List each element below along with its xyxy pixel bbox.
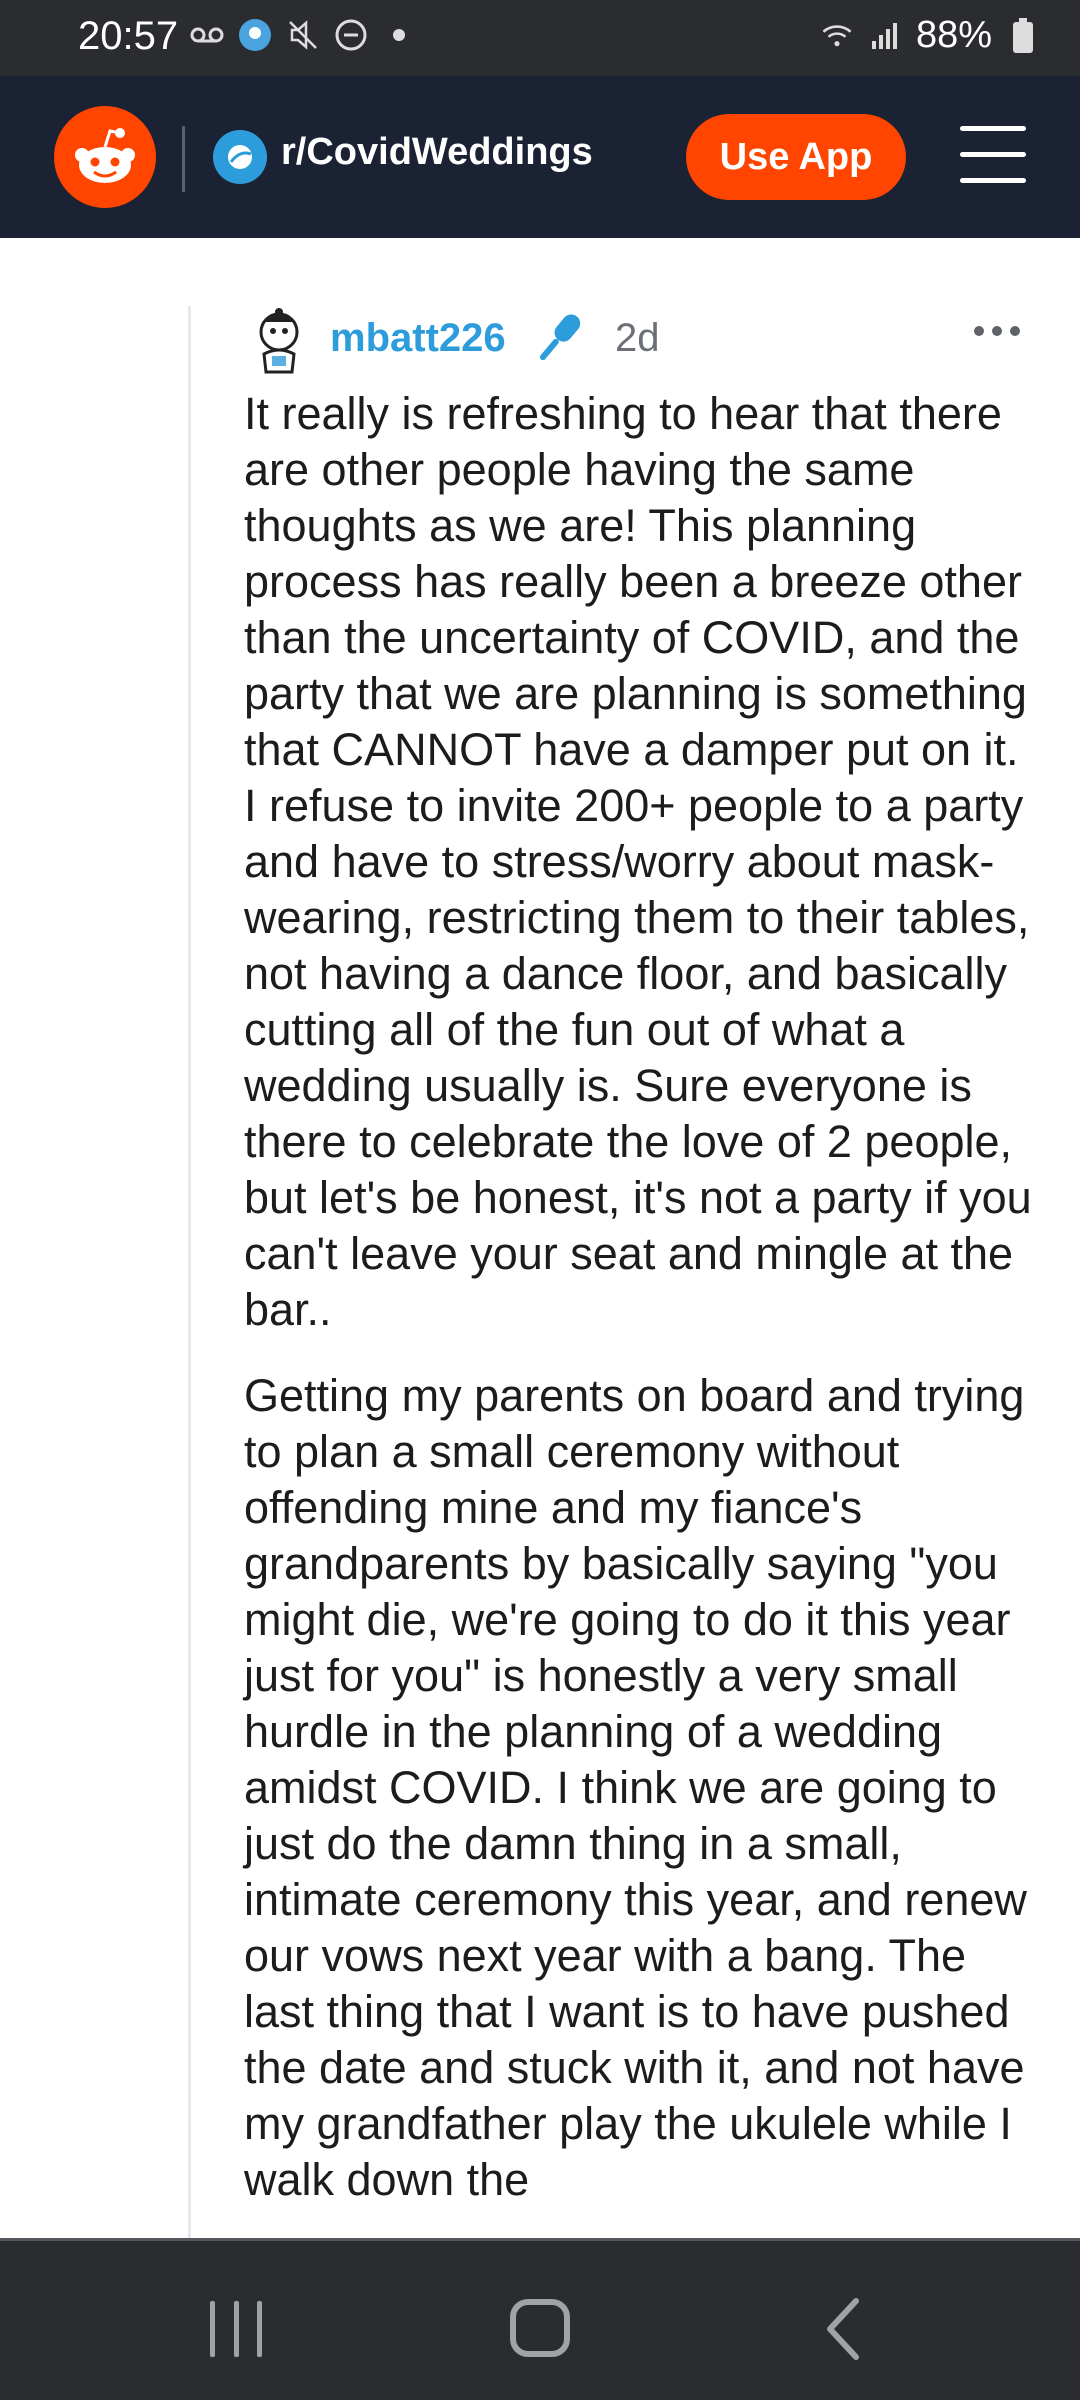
- wifi-icon: [820, 19, 854, 53]
- more-horizontal-icon[interactable]: [974, 326, 1020, 342]
- use-app-button[interactable]: Use App: [686, 114, 906, 200]
- notification-icons: [190, 18, 416, 52]
- subreddit-icon[interactable]: [213, 130, 267, 184]
- recent-apps-icon[interactable]: [210, 2301, 262, 2357]
- header-divider: [182, 126, 185, 192]
- comment-author[interactable]: mbatt226: [330, 316, 506, 361]
- comment-paragraph: It really is refreshing to hear that the…: [244, 388, 1032, 1335]
- dot-icon: [382, 18, 416, 52]
- subreddit-name[interactable]: r/CovidWeddings: [281, 131, 593, 174]
- battery-percentage: 88%: [915, 14, 992, 56]
- location-app-icon: [238, 18, 272, 52]
- comment-paragraph: Getting my parents on board and trying t…: [244, 1370, 1027, 2205]
- hamburger-menu-icon[interactable]: [960, 126, 1026, 186]
- comment-body: It really is refreshing to hear that the…: [244, 386, 1034, 2238]
- voicemail-icon: [190, 18, 224, 52]
- app-header: r/CovidWeddings Use App: [0, 76, 1080, 238]
- signal-icon: [868, 19, 902, 53]
- system-icons: 88%: [820, 14, 1040, 57]
- comment-age: 2d: [615, 316, 660, 360]
- reddit-snoo-icon[interactable]: [54, 106, 156, 208]
- do-not-disturb-icon: [334, 18, 368, 52]
- back-icon[interactable]: [822, 2297, 862, 2361]
- home-icon[interactable]: [510, 2299, 570, 2357]
- status-time: 20:57: [78, 14, 179, 58]
- microphone-icon: [530, 308, 588, 368]
- battery-icon: [1006, 17, 1040, 53]
- avatar[interactable]: [246, 306, 312, 376]
- status-bar: 20:57 88%: [0, 0, 1080, 76]
- sound-off-icon: [286, 18, 320, 52]
- system-nav-bar: [0, 2238, 1080, 2400]
- thread-line[interactable]: [188, 306, 191, 2240]
